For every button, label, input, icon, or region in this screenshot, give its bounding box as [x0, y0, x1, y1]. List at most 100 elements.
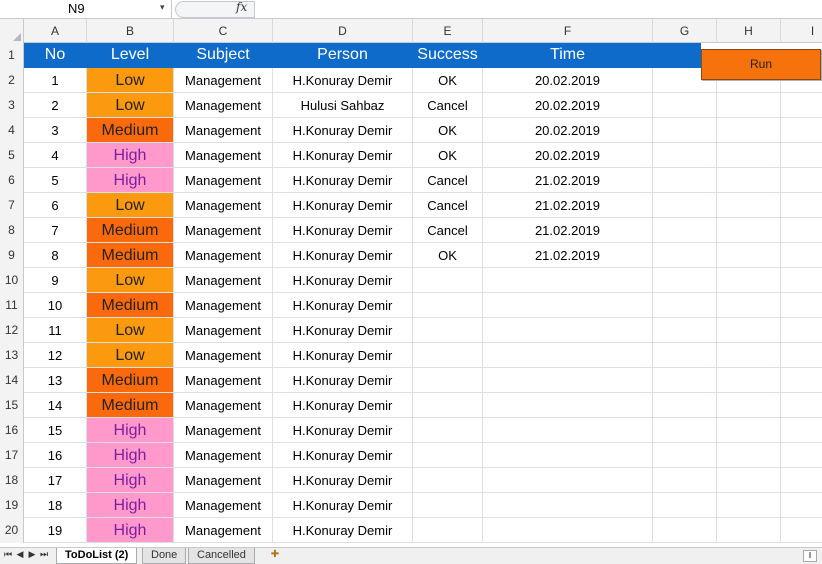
row-header[interactable]: 18 — [0, 468, 24, 493]
row-header[interactable]: 3 — [0, 93, 24, 118]
row-header[interactable]: 16 — [0, 418, 24, 443]
cell-level[interactable]: High — [87, 493, 174, 517]
cell-time[interactable]: 20.02.2019 — [483, 143, 653, 167]
cell-i[interactable] — [781, 93, 822, 117]
row-header[interactable]: 14 — [0, 368, 24, 393]
cell-subject[interactable]: Management — [174, 218, 273, 242]
cell-h[interactable] — [717, 393, 781, 417]
cell-h[interactable] — [717, 218, 781, 242]
column-header-i[interactable]: I — [781, 19, 822, 43]
cell-success[interactable] — [413, 493, 483, 517]
cell-g[interactable] — [653, 193, 717, 217]
cell-subject[interactable]: Management — [174, 493, 273, 517]
row-header[interactable]: 9 — [0, 243, 24, 268]
cell-g[interactable] — [653, 318, 717, 342]
cell-h[interactable] — [717, 443, 781, 467]
cell-subject[interactable]: Management — [174, 143, 273, 167]
cell-person[interactable]: H.Konuray Demir — [273, 318, 413, 342]
column-header-h[interactable]: H — [717, 19, 781, 43]
function-icon[interactable]: fx — [236, 0, 247, 14]
cell-success[interactable]: Cancel — [413, 93, 483, 117]
cell-level[interactable]: High — [87, 143, 174, 167]
cell-g[interactable] — [653, 243, 717, 267]
cell-h[interactable] — [717, 168, 781, 192]
header-success[interactable]: Success — [413, 43, 483, 67]
row-header[interactable]: 17 — [0, 443, 24, 468]
cell-time[interactable] — [483, 293, 653, 317]
cell-g[interactable] — [653, 493, 717, 517]
cell-g[interactable] — [653, 393, 717, 417]
row-header[interactable]: 15 — [0, 393, 24, 418]
cell-g[interactable] — [653, 368, 717, 392]
cell-i[interactable] — [781, 443, 822, 467]
column-header-f[interactable]: F — [483, 19, 653, 43]
cell-no[interactable]: 17 — [24, 468, 87, 492]
cell-i[interactable] — [781, 318, 822, 342]
cell-person[interactable]: H.Konuray Demir — [273, 293, 413, 317]
cell-success[interactable]: Cancel — [413, 168, 483, 192]
last-sheet-icon[interactable]: ⏭ — [38, 549, 50, 560]
cell-success[interactable]: OK — [413, 68, 483, 92]
cell-h[interactable] — [717, 243, 781, 267]
cell-g[interactable] — [653, 468, 717, 492]
cell-subject[interactable]: Management — [174, 443, 273, 467]
cell-time[interactable] — [483, 368, 653, 392]
cell-person[interactable]: Hulusi Sahbaz — [273, 93, 413, 117]
cell-time[interactable]: 20.02.2019 — [483, 68, 653, 92]
cell-person[interactable]: H.Konuray Demir — [273, 368, 413, 392]
cell-no[interactable]: 14 — [24, 393, 87, 417]
row-header[interactable]: 5 — [0, 143, 24, 168]
cell-success[interactable] — [413, 318, 483, 342]
cell-subject[interactable]: Management — [174, 343, 273, 367]
cell-no[interactable]: 9 — [24, 268, 87, 292]
cell-subject[interactable]: Management — [174, 468, 273, 492]
cell-no[interactable]: 12 — [24, 343, 87, 367]
cell-i[interactable] — [781, 418, 822, 442]
cell-h[interactable] — [717, 143, 781, 167]
cell-no[interactable]: 11 — [24, 318, 87, 342]
row-header[interactable]: 11 — [0, 293, 24, 318]
cell-time[interactable] — [483, 493, 653, 517]
cell-subject[interactable]: Management — [174, 118, 273, 142]
column-header-d[interactable]: D — [273, 19, 413, 43]
cell-person[interactable]: H.Konuray Demir — [273, 443, 413, 467]
cell-h[interactable] — [717, 93, 781, 117]
horizontal-scrollbar[interactable]: ‖ — [803, 550, 817, 562]
cell-person[interactable]: H.Konuray Demir — [273, 243, 413, 267]
cell-subject[interactable]: Management — [174, 518, 273, 542]
prev-sheet-icon[interactable]: ◀ — [14, 549, 26, 560]
run-button[interactable]: Run — [701, 49, 821, 80]
cell-no[interactable]: 7 — [24, 218, 87, 242]
cell-i[interactable] — [781, 118, 822, 142]
cell-level[interactable]: Medium — [87, 118, 174, 142]
cell-g[interactable] — [653, 418, 717, 442]
cell-i[interactable] — [781, 243, 822, 267]
header-no[interactable]: No — [24, 43, 87, 67]
cell-subject[interactable]: Management — [174, 418, 273, 442]
cell-person[interactable]: H.Konuray Demir — [273, 118, 413, 142]
cell-no[interactable]: 19 — [24, 518, 87, 542]
tab-cancelled[interactable]: Cancelled — [188, 548, 255, 564]
cell-no[interactable]: 15 — [24, 418, 87, 442]
row-header[interactable]: 6 — [0, 168, 24, 193]
cell-time[interactable]: 20.02.2019 — [483, 93, 653, 117]
name-box-dropdown-icon[interactable]: ▾ — [160, 2, 165, 13]
cell-no[interactable]: 2 — [24, 93, 87, 117]
cell-level[interactable]: Low — [87, 193, 174, 217]
cell-g[interactable] — [653, 143, 717, 167]
name-box[interactable]: N9 ▾ — [0, 0, 172, 18]
cell-success[interactable]: Cancel — [413, 218, 483, 242]
header-subject[interactable]: Subject — [174, 43, 273, 67]
cell-time[interactable] — [483, 518, 653, 542]
cell-success[interactable] — [413, 418, 483, 442]
cell-time[interactable]: 21.02.2019 — [483, 218, 653, 242]
cell-time[interactable]: 21.02.2019 — [483, 243, 653, 267]
row-header[interactable]: 19 — [0, 493, 24, 518]
cell-level[interactable]: High — [87, 443, 174, 467]
row-header[interactable]: 4 — [0, 118, 24, 143]
cell-no[interactable]: 10 — [24, 293, 87, 317]
column-header-c[interactable]: C — [174, 19, 273, 43]
cell-g[interactable] — [653, 93, 717, 117]
cell-time[interactable] — [483, 268, 653, 292]
cell-h[interactable] — [717, 518, 781, 542]
